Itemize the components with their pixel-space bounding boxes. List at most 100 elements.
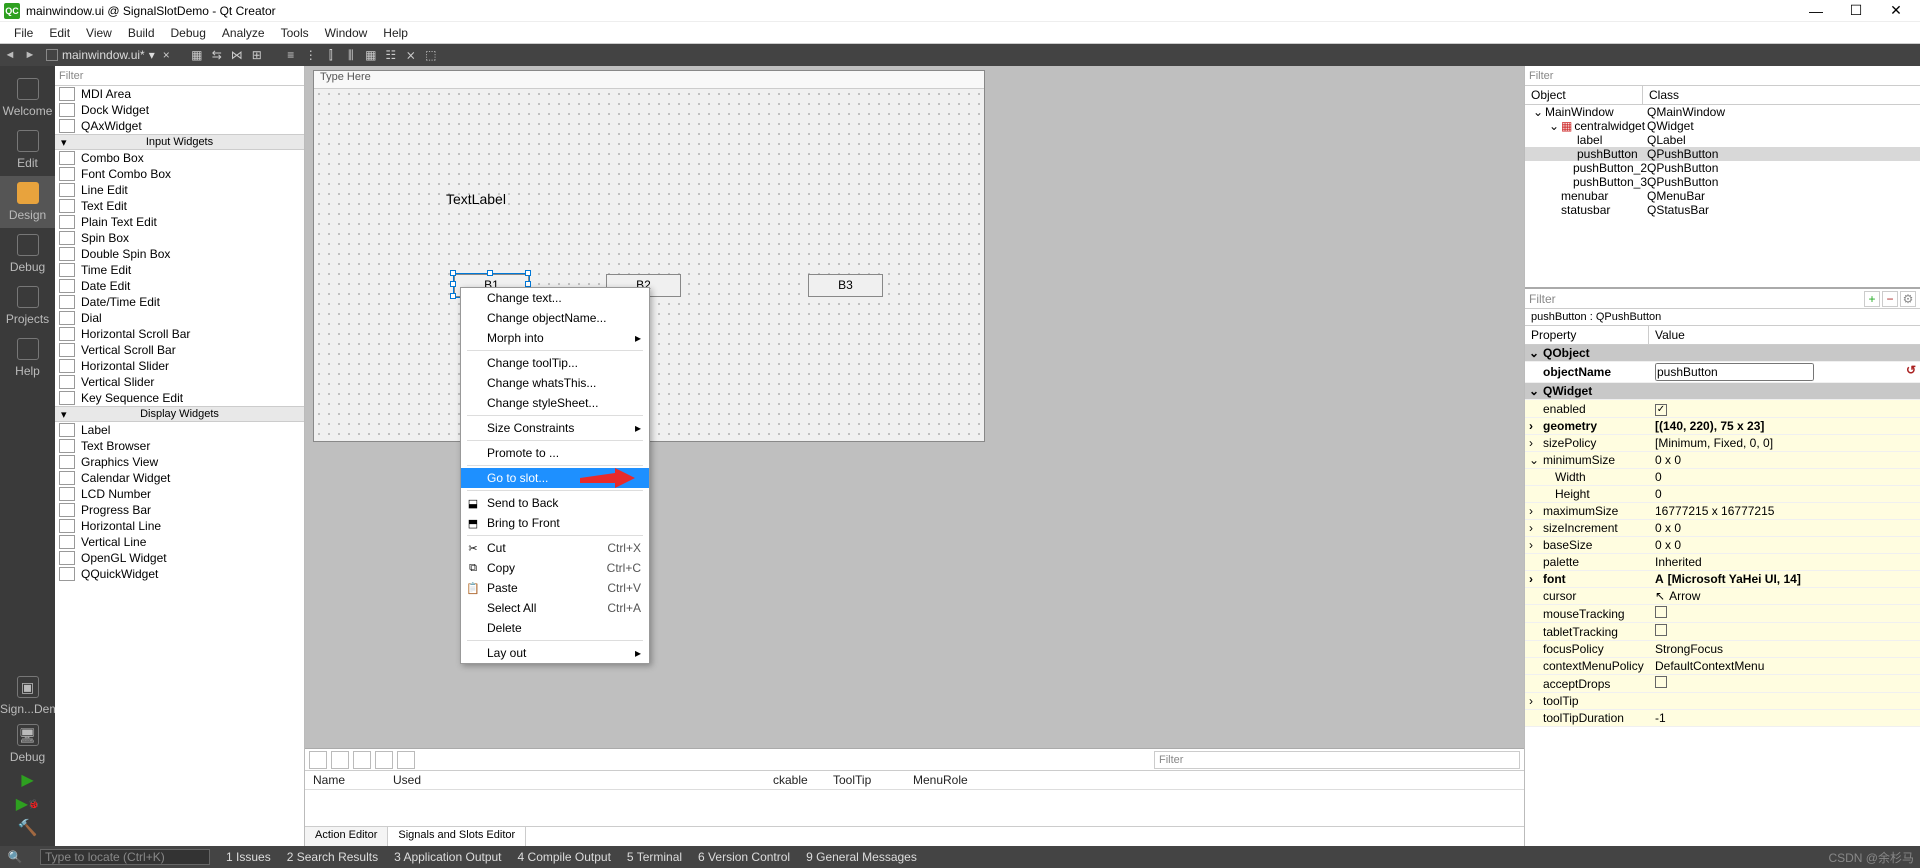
widget-item[interactable]: Horizontal Slider xyxy=(55,358,304,374)
menu-tools[interactable]: Tools xyxy=(273,26,317,40)
object-row[interactable]: pushButtonQPushButton xyxy=(1525,147,1920,161)
menu-item[interactable]: Morph into▸ xyxy=(461,328,649,348)
run-button[interactable]: ▶ xyxy=(0,768,55,792)
widget-item[interactable]: Time Edit xyxy=(55,262,304,278)
widget-item[interactable]: Vertical Scroll Bar xyxy=(55,342,304,358)
menu-item[interactable]: Change toolTip... xyxy=(461,353,649,373)
edit-taborder-button[interactable]: ⊞ xyxy=(248,46,266,64)
menu-edit[interactable]: Edit xyxy=(41,26,78,40)
widget-item[interactable]: Date/Time Edit xyxy=(55,294,304,310)
action-col[interactable]: Name xyxy=(309,773,389,787)
layout-grid-button[interactable]: ▦ xyxy=(362,46,380,64)
widget-item[interactable]: Text Browser xyxy=(55,438,304,454)
checkbox[interactable] xyxy=(1655,676,1667,688)
layout-form-button[interactable]: ☷ xyxy=(382,46,400,64)
widget-item[interactable]: Label xyxy=(55,422,304,438)
form-menubar[interactable]: Type Here xyxy=(314,71,984,89)
nav-back-button[interactable]: ◄ xyxy=(0,49,20,61)
expand-icon[interactable]: ⌄ xyxy=(1529,384,1539,398)
nav-forward-button[interactable]: ► xyxy=(20,49,40,61)
output-pane-button[interactable]: 3 Application Output xyxy=(394,850,501,864)
edit-buddies-button[interactable]: ⋈ xyxy=(228,46,246,64)
checkbox[interactable]: ✓ xyxy=(1655,404,1667,416)
minimize-button[interactable]: — xyxy=(1796,0,1836,22)
action-editor-body[interactable] xyxy=(305,790,1524,826)
tab-action-editor[interactable]: Action Editor xyxy=(305,827,388,846)
checkbox[interactable] xyxy=(1655,624,1667,636)
widget-item[interactable]: Dock Widget xyxy=(55,102,304,118)
tab-signals-slots[interactable]: Signals and Slots Editor xyxy=(388,827,526,846)
menu-item[interactable]: Promote to ... xyxy=(461,443,649,463)
expand-icon[interactable]: ⌄ xyxy=(1529,453,1539,467)
resize-handle[interactable] xyxy=(450,293,456,299)
property-row[interactable]: objectName↺ xyxy=(1525,362,1920,383)
widget-item[interactable]: Horizontal Scroll Bar xyxy=(55,326,304,342)
menu-help[interactable]: Help xyxy=(375,26,416,40)
kit-selector[interactable]: ▣ Sign...Demo xyxy=(0,672,55,720)
menu-item[interactable]: Change whatsThis... xyxy=(461,373,649,393)
widget-item[interactable]: Line Edit xyxy=(55,182,304,198)
action-editor-filter[interactable]: Filter xyxy=(1154,751,1520,769)
config-prop-button[interactable]: ⚙ xyxy=(1900,291,1916,307)
prop-col-property[interactable]: Property xyxy=(1525,326,1649,344)
menu-item[interactable]: Delete xyxy=(461,618,649,638)
menu-item[interactable]: 📋PasteCtrl+V xyxy=(461,578,649,598)
widget-item[interactable]: Combo Box xyxy=(55,150,304,166)
add-dynamic-prop-button[interactable]: + xyxy=(1864,291,1880,307)
edit-widgets-button[interactable]: ▦ xyxy=(188,46,206,64)
expand-icon[interactable]: › xyxy=(1529,572,1533,586)
mode-help[interactable]: Help xyxy=(0,332,55,384)
menu-view[interactable]: View xyxy=(78,26,120,40)
resize-handle[interactable] xyxy=(487,270,493,276)
property-row[interactable]: ›toolTip xyxy=(1525,693,1920,710)
output-pane-button[interactable]: 6 Version Control xyxy=(698,850,790,864)
copy-action-button[interactable] xyxy=(331,751,349,769)
property-row[interactable]: focusPolicyStrongFocus xyxy=(1525,641,1920,658)
expand-icon[interactable]: › xyxy=(1529,436,1533,450)
menu-debug[interactable]: Debug xyxy=(163,26,214,40)
break-layout-button[interactable]: ⨯ xyxy=(402,46,420,64)
kit-debug[interactable]: 🖥 Debug xyxy=(0,720,55,768)
widget-item[interactable]: Double Spin Box xyxy=(55,246,304,262)
property-row[interactable]: ⌄minimumSize0 x 0 xyxy=(1525,452,1920,469)
widget-item[interactable]: Font Combo Box xyxy=(55,166,304,182)
action-col[interactable] xyxy=(709,773,769,787)
expand-icon[interactable]: › xyxy=(1529,538,1533,552)
widget-item[interactable]: Vertical Line xyxy=(55,534,304,550)
object-row[interactable]: statusbarQStatusBar xyxy=(1525,203,1920,217)
locator-icon[interactable]: 🔍 xyxy=(6,850,24,864)
expand-icon[interactable]: › xyxy=(1529,419,1533,433)
widget-item[interactable]: MDI Area xyxy=(55,86,304,102)
form-label-widget[interactable]: TextLabel xyxy=(446,191,506,207)
mode-welcome[interactable]: Welcome xyxy=(0,72,55,124)
new-action-button[interactable] xyxy=(309,751,327,769)
resize-handle[interactable] xyxy=(450,281,456,287)
property-group[interactable]: ⌄QWidget xyxy=(1525,383,1920,400)
object-row[interactable]: labelQLabel xyxy=(1525,133,1920,147)
menu-item[interactable]: ✂CutCtrl+X xyxy=(461,538,649,558)
object-row[interactable]: pushButton_2QPushButton xyxy=(1525,161,1920,175)
mode-design[interactable]: Design xyxy=(0,176,55,228)
property-group[interactable]: ⌄QObject xyxy=(1525,345,1920,362)
property-row[interactable]: contextMenuPolicyDefaultContextMenu xyxy=(1525,658,1920,675)
menu-item[interactable]: Size Constraints▸ xyxy=(461,418,649,438)
property-row[interactable]: mouseTracking xyxy=(1525,605,1920,623)
locator-input[interactable]: Type to locate (Ctrl+K) xyxy=(40,849,210,865)
close-button[interactable]: ✕ xyxy=(1876,0,1916,22)
layout-h-button[interactable]: ≡ xyxy=(282,46,300,64)
checkbox[interactable] xyxy=(1655,606,1667,618)
widget-item[interactable]: Horizontal Line xyxy=(55,518,304,534)
menu-file[interactable]: File xyxy=(6,26,41,40)
run-debug-button[interactable]: ▶🐞 xyxy=(0,792,55,816)
document-tab[interactable]: mainwindow.ui* ▾ × xyxy=(40,48,176,62)
widget-item[interactable]: Text Edit xyxy=(55,198,304,214)
property-row[interactable]: ›sizePolicy[Minimum, Fixed, 0, 0] xyxy=(1525,435,1920,452)
property-list[interactable]: ⌄QObjectobjectName↺⌄QWidgetenabled✓›geom… xyxy=(1525,345,1920,846)
property-row[interactable]: acceptDrops xyxy=(1525,675,1920,693)
paste-action-button[interactable] xyxy=(353,751,371,769)
expand-icon[interactable]: › xyxy=(1529,504,1533,518)
layout-vsplit-button[interactable]: ⫼ xyxy=(342,46,360,64)
menu-item[interactable]: Change objectName... xyxy=(461,308,649,328)
widgetbox-filter[interactable]: Filter xyxy=(55,66,304,86)
property-row[interactable]: ›sizeIncrement0 x 0 xyxy=(1525,520,1920,537)
